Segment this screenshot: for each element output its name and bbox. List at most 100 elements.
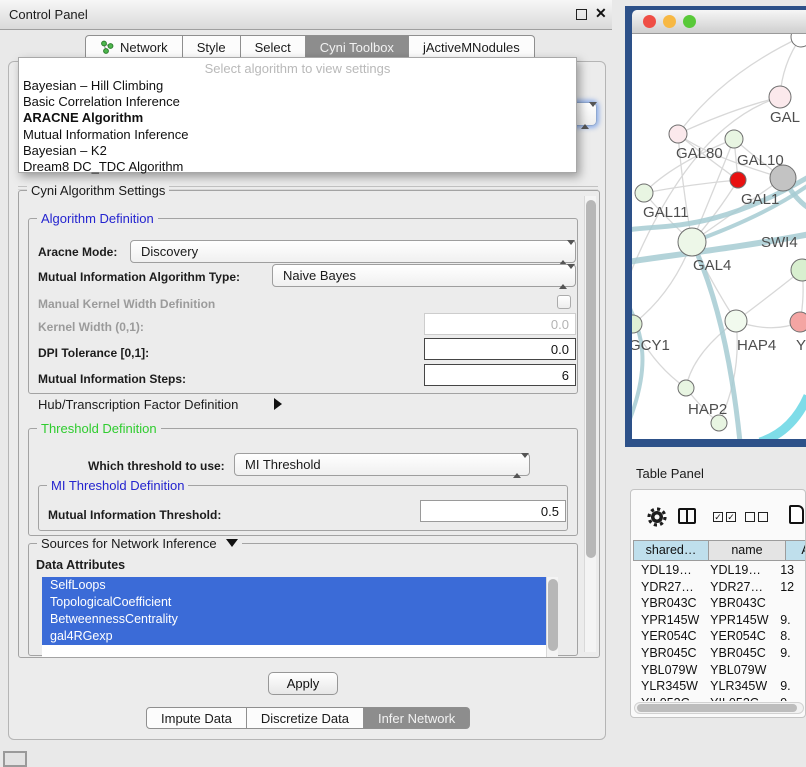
unselect-all-columns-icon[interactable]: [745, 512, 768, 522]
network-node[interactable]: [669, 125, 687, 143]
settings-group-title: Cyni Algorithm Settings: [27, 183, 169, 198]
table-cell: YDL19…: [633, 562, 702, 579]
network-canvas[interactable]: GALGAL80GAL10GAL1GAL11SWI4GAL4GCY1HAP4YH…: [632, 34, 806, 439]
table-hscrollbar-track[interactable]: [634, 702, 804, 714]
minimize-traffic-light[interactable]: [663, 15, 676, 28]
table-row[interactable]: YBL079WYBL079W: [633, 662, 806, 679]
table-panel-title: Table Panel: [636, 466, 704, 481]
network-edge[interactable]: [736, 270, 802, 321]
close-icon[interactable]: ✕: [595, 5, 607, 22]
bottom-tab-discretize-data[interactable]: Discretize Data: [247, 707, 364, 729]
network-node[interactable]: [678, 228, 706, 256]
settings-scrollbar-thumb[interactable]: [586, 200, 596, 558]
manual-kernel-width-checkbox[interactable]: [557, 295, 571, 309]
expand-arrow-icon[interactable]: [274, 398, 282, 410]
tab-network[interactable]: Network: [85, 35, 183, 59]
attribute-item[interactable]: TopologicalCoefficient: [42, 594, 546, 611]
table-row[interactable]: YER054CYER054C8.: [633, 628, 806, 645]
algorithm-list: Bayesian – Hill ClimbingBasic Correlatio…: [23, 78, 573, 175]
network-node[interactable]: [730, 172, 746, 188]
attribute-item[interactable]: BetweennessCentrality: [42, 611, 546, 628]
show-columns-icon[interactable]: [678, 508, 696, 524]
select-all-columns-icon[interactable]: ✓✓: [713, 512, 736, 522]
algorithm-dropdown-popup: Select algorithm to view settings Bayesi…: [18, 57, 577, 173]
settings-scrollbar-track[interactable]: [584, 196, 596, 652]
mi-algorithm-type-value: Naive Bayes: [283, 268, 356, 283]
unchecked-box-icon: [758, 512, 768, 522]
network-node[interactable]: [725, 310, 747, 332]
tab-style[interactable]: Style: [183, 35, 241, 59]
table-row[interactable]: YPR145WYPR145W9.: [633, 612, 806, 629]
node-label-gal1: GAL1: [741, 191, 779, 208]
column-header-shared[interactable]: shared…: [633, 540, 709, 561]
attribute-item[interactable]: SelfLoops: [42, 577, 546, 594]
network-window-titlebar[interactable]: [632, 10, 806, 34]
network-node[interactable]: [769, 86, 791, 108]
node-label-gal4: GAL4: [693, 257, 731, 274]
mi-steps-label: Mutual Information Steps:: [38, 372, 186, 386]
table-row[interactable]: YDR27…YDR27…12: [633, 579, 806, 596]
checked-box-icon: ✓: [726, 512, 736, 522]
minimized-panel-icon[interactable]: [3, 751, 27, 767]
network-edge[interactable]: [632, 97, 780, 274]
table-row[interactable]: YLR345WYLR345W9.: [633, 678, 806, 695]
manual-kernel-width-label: Manual Kernel Width Definition: [38, 297, 215, 311]
close-traffic-light[interactable]: [643, 15, 656, 28]
network-icon: [100, 40, 114, 54]
control-panel-tabs: NetworkStyleSelectCyni ToolboxjActiveMNo…: [85, 35, 535, 59]
tab-cyni-toolbox[interactable]: Cyni Toolbox: [306, 35, 409, 59]
mi-algorithm-type-combobox[interactable]: Naive Bayes: [272, 264, 576, 287]
collapse-arrow-icon[interactable]: [226, 539, 238, 547]
zoom-traffic-light[interactable]: [683, 15, 696, 28]
network-edge[interactable]: [644, 180, 738, 193]
table-row[interactable]: YBR045CYBR045C9.: [633, 645, 806, 662]
bottom-tab-infer-network[interactable]: Infer Network: [364, 707, 470, 729]
table-cell: 9: [772, 695, 806, 701]
table-row[interactable]: YDL19…YDL19…13: [633, 562, 806, 579]
algorithm-option[interactable]: Mutual Information Inference: [23, 127, 573, 143]
table-row[interactable]: YIL052CYIL052C9: [633, 695, 806, 701]
attributes-scrollbar-thumb[interactable]: [548, 579, 558, 651]
kernel-width-field[interactable]: 0.0: [424, 313, 576, 335]
algorithm-option[interactable]: Dream8 DC_TDC Algorithm: [23, 159, 573, 175]
column-header-name[interactable]: name: [709, 540, 786, 561]
table-cell: YBR043C: [633, 595, 702, 612]
network-edge-cyan[interactable]: [760, 396, 806, 439]
threshold-definition-title: Threshold Definition: [37, 421, 161, 436]
spinner-arrows-icon: [559, 245, 567, 260]
mi-steps-field[interactable]: 6: [424, 364, 576, 386]
mi-threshold-field[interactable]: 0.5: [420, 500, 566, 522]
attribute-item[interactable]: gal4RGexp: [42, 628, 546, 645]
table-cell: YER054C: [702, 628, 772, 645]
table-cell: YBR043C: [702, 595, 772, 612]
attributes-scrollbar-track[interactable]: [546, 577, 558, 657]
data-attributes-list[interactable]: SelfLoopsTopologicalCoefficientBetweenne…: [42, 577, 546, 657]
table-hscrollbar-thumb[interactable]: [637, 704, 797, 712]
dpi-tolerance-field[interactable]: 0.0: [424, 338, 576, 360]
algorithm-option[interactable]: Bayesian – K2: [23, 143, 573, 159]
bottom-tab-impute-data[interactable]: Impute Data: [146, 707, 247, 729]
which-threshold-combobox[interactable]: MI Threshold: [234, 453, 530, 476]
apply-button[interactable]: Apply: [268, 672, 338, 695]
network-node[interactable]: [725, 130, 743, 148]
table-row[interactable]: YBR043CYBR043C: [633, 595, 806, 612]
document-icon[interactable]: [789, 505, 804, 524]
gear-icon[interactable]: [647, 507, 667, 527]
algorithm-option[interactable]: Bayesian – Hill Climbing: [23, 78, 573, 94]
tab-jactivemnodules[interactable]: jActiveMNodules: [409, 35, 535, 59]
table-cell: YBL079W: [633, 662, 702, 679]
node-label-swi4: SWI4: [761, 234, 798, 251]
tab-select[interactable]: Select: [241, 35, 306, 59]
aracne-mode-combobox[interactable]: Discovery: [130, 240, 576, 263]
column-header-A[interactable]: A: [786, 540, 806, 561]
network-view-window: GALGAL80GAL10GAL1GAL11SWI4GAL4GCY1HAP4YH…: [625, 6, 806, 447]
algorithm-option[interactable]: ARACNE Algorithm: [23, 110, 573, 126]
network-node[interactable]: [791, 34, 806, 47]
network-node[interactable]: [635, 184, 653, 202]
node-label-hap4: HAP4: [737, 337, 776, 354]
network-node[interactable]: [790, 312, 806, 332]
float-window-icon[interactable]: [576, 9, 587, 20]
table-body: YDL19…YDL19…13YDR27…YDR27…12YBR043CYBR04…: [633, 562, 806, 701]
network-node[interactable]: [678, 380, 694, 396]
algorithm-option[interactable]: Basic Correlation Inference: [23, 94, 573, 110]
